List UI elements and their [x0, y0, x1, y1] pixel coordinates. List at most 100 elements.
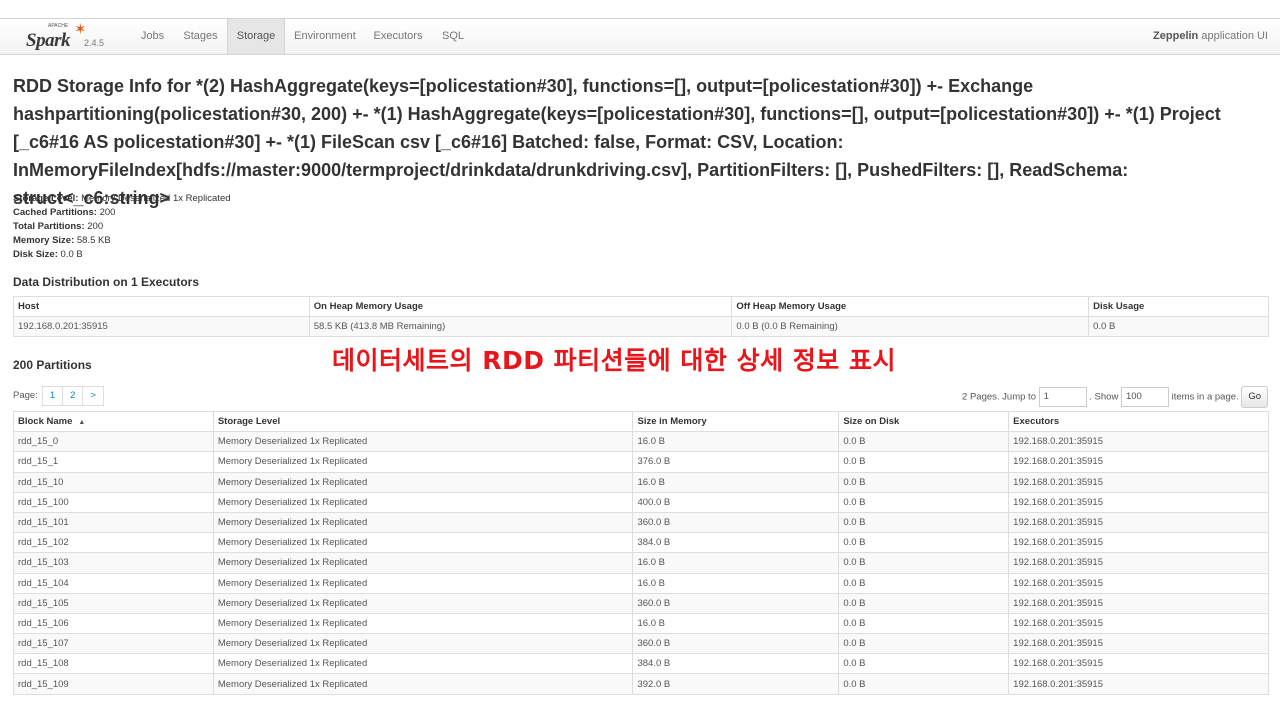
table-row: rdd_15_100 Memory Deserialized 1x Replica…	[13, 491, 1269, 513]
partitions-heading: 200 Partitions	[13, 358, 92, 372]
cell-size-on-disk: 0.0 B	[838, 491, 1010, 513]
cell-storage-level: Memory Deserialized 1x Replicated	[212, 653, 634, 675]
pagination: Page: 1 2 >	[13, 386, 104, 406]
column-header-storage-level[interactable]: Storage Level	[212, 410, 634, 433]
summary-storage-level: Storage Level: Memory Deserialized 1x Re…	[13, 192, 231, 206]
table-row: rdd_15_108 Memory Deserialized 1x Replica…	[13, 653, 1269, 675]
table-row: rdd_15_105 Memory Deserialized 1x Replica…	[13, 592, 1269, 614]
summary-value: 200	[87, 221, 104, 232]
tab-sql[interactable]: SQL	[434, 19, 472, 54]
summary-value: Memory Deserialized 1x Replicated	[81, 193, 231, 204]
cell-size-in-memory: 384.0 B	[632, 653, 840, 675]
cell-executor: 192.168.0.201:35915	[1008, 451, 1269, 473]
summary-label: Disk Size:	[13, 249, 58, 260]
cell-size-on-disk: 0.0 B	[838, 612, 1010, 635]
cell-block-name: rdd_15_108	[13, 653, 214, 675]
cell-storage-level: Memory Deserialized 1x Replicated	[212, 612, 634, 635]
blocks-header-row: Block Name ▲ Storage Level Size in Memory…	[13, 410, 1269, 433]
table-row: rdd_15_0 Memory Deserialized 1x Replicate…	[13, 431, 1269, 453]
column-header-disk-usage[interactable]: Disk Usage	[1088, 295, 1269, 318]
cell-executor: 192.168.0.201:35915	[1008, 532, 1269, 554]
page-link-2[interactable]: 2	[62, 386, 84, 406]
cell-size-on-disk: 0.0 B	[838, 673, 1010, 695]
table-row: rdd_15_1 Memory Deserialized 1x Replicate…	[13, 451, 1269, 473]
cell-block-name: rdd_15_10	[13, 471, 214, 493]
rdd-summary: Storage Level: Memory Deserialized 1x Re…	[13, 192, 231, 262]
cell-storage-level: Memory Deserialized 1x Replicated	[212, 532, 634, 554]
table-row: rdd_15_103 Memory Deserialized 1x Replica…	[13, 552, 1269, 574]
summary-label: Cached Partitions:	[13, 207, 97, 218]
summary-cached-partitions: Cached Partitions: 200	[13, 206, 231, 220]
tab-environment[interactable]: Environment	[288, 19, 362, 54]
jump-to-page-input[interactable]: 1	[1038, 387, 1087, 407]
cell-executor: 192.168.0.201:35915	[1008, 431, 1269, 453]
spark-logo[interactable]: APACHE Spark ✶ 2.4.5	[24, 20, 114, 54]
cell-size-in-memory: 16.0 B	[632, 552, 840, 574]
column-header-size-in-memory[interactable]: Size in Memory	[632, 410, 840, 433]
summary-value: 0.0 B	[60, 249, 83, 260]
column-header-block-name[interactable]: Block Name ▲	[13, 410, 214, 433]
tab-executors[interactable]: Executors	[368, 19, 428, 54]
cell-storage-level: Memory Deserialized 1x Replicated	[212, 673, 634, 695]
column-header-on-heap[interactable]: On Heap Memory Usage	[308, 295, 733, 318]
table-row: rdd_15_104 Memory Deserialized 1x Replica…	[13, 572, 1269, 594]
cell-block-name: rdd_15_102	[13, 532, 214, 554]
cell-size-in-memory: 376.0 B	[632, 451, 840, 473]
cell-executor: 192.168.0.201:35915	[1008, 552, 1269, 574]
column-header-off-heap[interactable]: Off Heap Memory Usage	[731, 295, 1090, 318]
cell-block-name: rdd_15_106	[13, 612, 214, 635]
summary-memory-size: Memory Size: 58.5 KB	[13, 234, 231, 248]
blocks-table: Block Name ▲ Storage Level Size in Memory…	[13, 410, 1269, 695]
spark-logo-text: Spark	[26, 30, 70, 51]
table-row: rdd_15_107 Memory Deserialized 1x Replica…	[13, 633, 1269, 655]
cell-size-in-memory: 392.0 B	[632, 673, 840, 695]
cell-storage-level: Memory Deserialized 1x Replicated	[212, 592, 634, 614]
summary-value: 200	[99, 207, 116, 218]
column-header-size-on-disk[interactable]: Size on Disk	[838, 410, 1010, 433]
summary-disk-size: Disk Size: 0.0 B	[13, 248, 231, 262]
summary-value: 58.5 KB	[76, 235, 111, 246]
page-next-link[interactable]: >	[82, 386, 104, 406]
page-label: Page:	[13, 390, 38, 401]
cell-storage-level: Memory Deserialized 1x Replicated	[212, 633, 634, 655]
cell-size-on-disk: 0.0 B	[838, 572, 1010, 594]
app-name-rest: application UI	[1198, 30, 1268, 42]
cell-size-in-memory: 16.0 B	[632, 431, 840, 453]
show-text: . Show	[1089, 391, 1119, 403]
top-navbar: APACHE Spark ✶ 2.4.5 Jobs Stages Storage…	[0, 18, 1280, 55]
cell-size-on-disk: 0.0 B	[838, 471, 1010, 493]
cell-size-on-disk: 0.0 B	[838, 552, 1010, 574]
cell-block-name: rdd_15_103	[13, 552, 214, 574]
tab-storage[interactable]: Storage	[227, 19, 285, 54]
distribution-table: Host On Heap Memory Usage Off Heap Memor…	[13, 295, 1269, 338]
app-name: Zeppelin application UI	[1153, 19, 1268, 54]
page-size-input[interactable]: 100	[1120, 387, 1169, 407]
apache-text: APACHE	[48, 23, 69, 29]
go-button[interactable]: Go	[1241, 386, 1268, 408]
column-header-executors[interactable]: Executors	[1008, 410, 1269, 433]
cell-disk-usage: 0.0 B	[1088, 316, 1269, 338]
cell-storage-level: Memory Deserialized 1x Replicated	[212, 511, 634, 534]
cell-size-on-disk: 0.0 B	[838, 633, 1010, 655]
cell-block-name: rdd_15_104	[13, 572, 214, 594]
cell-size-in-memory: 384.0 B	[632, 532, 840, 554]
cell-executor: 192.168.0.201:35915	[1008, 511, 1269, 534]
summary-label: Total Partitions:	[13, 221, 85, 232]
tab-jobs[interactable]: Jobs	[132, 19, 173, 54]
cell-storage-level: Memory Deserialized 1x Replicated	[212, 471, 634, 493]
cell-block-name: rdd_15_100	[13, 491, 214, 513]
app-name-bold: Zeppelin	[1153, 30, 1199, 42]
page-link-1[interactable]: 1	[41, 386, 64, 406]
column-header-host[interactable]: Host	[13, 295, 310, 318]
cell-on-heap: 58.5 KB (413.8 MB Remaining)	[308, 316, 733, 338]
cell-size-in-memory: 16.0 B	[632, 572, 840, 594]
cell-size-in-memory: 16.0 B	[632, 471, 840, 493]
cell-size-in-memory: 400.0 B	[632, 491, 840, 513]
cell-size-on-disk: 0.0 B	[838, 532, 1010, 554]
cell-executor: 192.168.0.201:35915	[1008, 592, 1269, 614]
cell-storage-level: Memory Deserialized 1x Replicated	[212, 572, 634, 594]
tab-stages[interactable]: Stages	[177, 19, 224, 54]
cell-size-on-disk: 0.0 B	[838, 592, 1010, 614]
page-title: RDD Storage Info for *(2) HashAggregate(…	[13, 76, 1221, 208]
cell-off-heap: 0.0 B (0.0 B Remaining)	[731, 316, 1090, 338]
